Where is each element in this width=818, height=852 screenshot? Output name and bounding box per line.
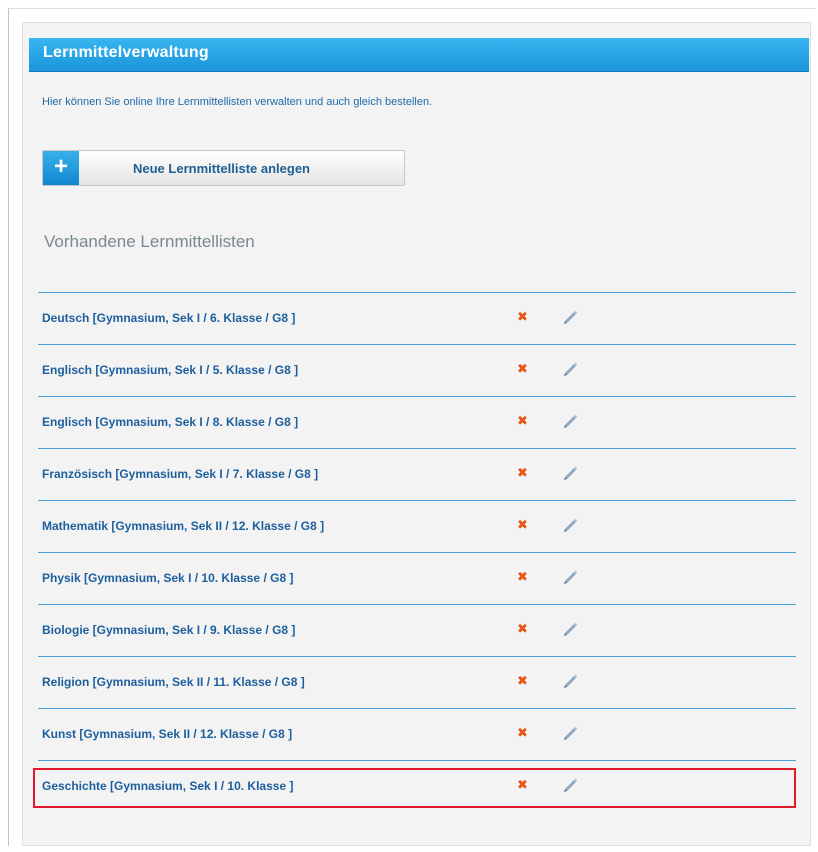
list-link[interactable]: Geschichte [Gymnasium, Sek I / 10. Klass… bbox=[42, 779, 293, 793]
list-row: Religion [Gymnasium, Sek II / 11. Klasse… bbox=[38, 656, 796, 708]
pencil-edit-icon[interactable] bbox=[561, 411, 579, 429]
list-link[interactable]: Religion [Gymnasium, Sek II / 11. Klasse… bbox=[42, 675, 305, 689]
list-row: Physik [Gymnasium, Sek I / 10. Klasse / … bbox=[38, 552, 796, 604]
delete-x-icon[interactable]: ✖ bbox=[517, 673, 528, 689]
delete-x-icon[interactable]: ✖ bbox=[517, 517, 528, 533]
delete-x-icon[interactable]: ✖ bbox=[517, 569, 528, 585]
pencil-edit-icon[interactable] bbox=[561, 775, 579, 793]
list-row: Deutsch [Gymnasium, Sek I / 6. Klasse / … bbox=[38, 292, 796, 344]
list-row: Englisch [Gymnasium, Sek I / 5. Klasse /… bbox=[38, 344, 796, 396]
intro-text: Hier können Sie online Ihre Lernmittelli… bbox=[42, 96, 433, 108]
page-title: Lernmittelverwaltung bbox=[43, 44, 209, 61]
list-row: Englisch [Gymnasium, Sek I / 8. Klasse /… bbox=[38, 396, 796, 448]
panel-titlebar: Lernmittelverwaltung bbox=[29, 38, 809, 72]
list-row: Geschichte [Gymnasium, Sek I / 10. Klass… bbox=[38, 760, 796, 812]
list-row: Biologie [Gymnasium, Sek I / 9. Klasse /… bbox=[38, 604, 796, 656]
pencil-edit-icon[interactable] bbox=[561, 567, 579, 585]
list-link[interactable]: Biologie [Gymnasium, Sek I / 9. Klasse /… bbox=[42, 623, 295, 637]
pencil-edit-icon[interactable] bbox=[561, 307, 579, 325]
delete-x-icon[interactable]: ✖ bbox=[517, 309, 528, 325]
list-link[interactable]: Kunst [Gymnasium, Sek II / 12. Klasse / … bbox=[42, 727, 292, 741]
delete-x-icon[interactable]: ✖ bbox=[517, 621, 528, 637]
delete-x-icon[interactable]: ✖ bbox=[517, 725, 528, 741]
pencil-edit-icon[interactable] bbox=[561, 671, 579, 689]
pencil-edit-icon[interactable] bbox=[561, 515, 579, 533]
pencil-edit-icon[interactable] bbox=[561, 619, 579, 637]
new-list-button-label: Neue Lernmittelliste anlegen bbox=[133, 161, 310, 176]
list-link[interactable]: Englisch [Gymnasium, Sek I / 5. Klasse /… bbox=[42, 363, 298, 377]
plus-icon: + bbox=[43, 151, 79, 185]
pencil-edit-icon[interactable] bbox=[561, 463, 579, 481]
new-list-button[interactable]: + Neue Lernmittelliste anlegen bbox=[42, 150, 405, 186]
pencil-edit-icon[interactable] bbox=[561, 359, 579, 377]
delete-x-icon[interactable]: ✖ bbox=[517, 413, 528, 429]
list-link[interactable]: Physik [Gymnasium, Sek I / 10. Klasse / … bbox=[42, 571, 293, 585]
list-link[interactable]: Mathematik [Gymnasium, Sek II / 12. Klas… bbox=[42, 519, 324, 533]
list-table: Deutsch [Gymnasium, Sek I / 6. Klasse / … bbox=[38, 292, 796, 812]
list-row: Mathematik [Gymnasium, Sek II / 12. Klas… bbox=[38, 500, 796, 552]
list-link[interactable]: Englisch [Gymnasium, Sek I / 8. Klasse /… bbox=[42, 415, 298, 429]
delete-x-icon[interactable]: ✖ bbox=[517, 777, 528, 793]
list-link[interactable]: Französisch [Gymnasium, Sek I / 7. Klass… bbox=[42, 467, 318, 481]
pencil-edit-icon[interactable] bbox=[561, 723, 579, 741]
delete-x-icon[interactable]: ✖ bbox=[517, 465, 528, 481]
list-row: Kunst [Gymnasium, Sek II / 12. Klasse / … bbox=[38, 708, 796, 760]
list-link[interactable]: Deutsch [Gymnasium, Sek I / 6. Klasse / … bbox=[42, 311, 295, 325]
section-title: Vorhandene Lernmittellisten bbox=[44, 232, 255, 251]
list-row: Französisch [Gymnasium, Sek I / 7. Klass… bbox=[38, 448, 796, 500]
delete-x-icon[interactable]: ✖ bbox=[517, 361, 528, 377]
